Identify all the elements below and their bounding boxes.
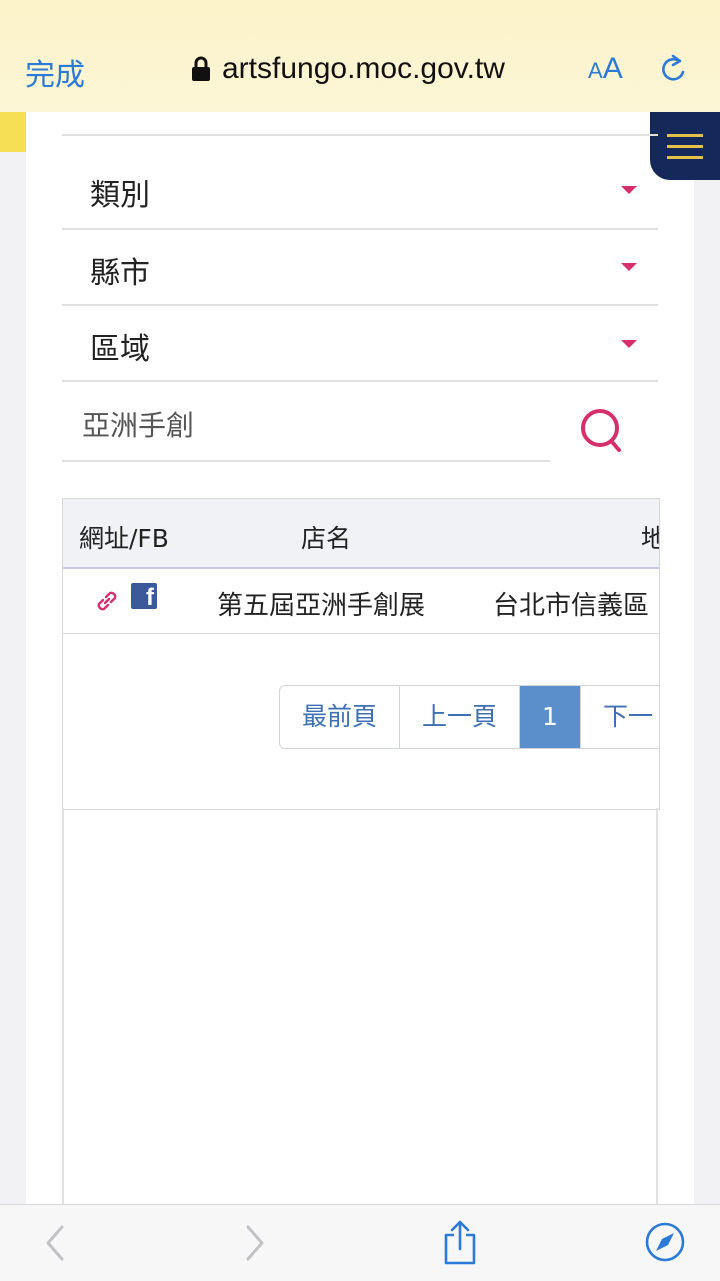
caret-down-icon bbox=[621, 186, 637, 194]
content-border-right bbox=[656, 808, 658, 1204]
compass-icon[interactable] bbox=[644, 1221, 686, 1263]
text-size-small: A bbox=[588, 58, 603, 83]
header-url-fb: 網址/FB bbox=[79, 524, 169, 553]
caret-down-icon bbox=[621, 340, 637, 348]
table-row: f 第五屆亞洲手創展 台北市信義區 bbox=[63, 569, 659, 634]
table-header: 網址/FB 店名 地 bbox=[63, 499, 659, 569]
content-border-left bbox=[62, 808, 64, 1204]
search-icon[interactable] bbox=[578, 406, 626, 454]
category-label: 類別 bbox=[90, 178, 150, 213]
next-page-button[interactable]: 下一 bbox=[580, 686, 659, 748]
city-label: 縣市 bbox=[90, 256, 150, 291]
browser-toolbar bbox=[0, 1204, 720, 1281]
area-label: 區域 bbox=[90, 332, 150, 367]
text-size-large: A bbox=[602, 52, 623, 85]
text-size-button[interactable]: AA bbox=[588, 52, 623, 86]
back-arrow-icon[interactable] bbox=[40, 1223, 68, 1263]
pagination: 最前頁 上一頁 1 下一 bbox=[279, 685, 659, 749]
divider bbox=[62, 228, 658, 230]
facebook-icon[interactable]: f bbox=[131, 583, 157, 609]
header-store-name: 店名 bbox=[301, 524, 352, 553]
divider bbox=[62, 380, 658, 382]
reload-icon[interactable] bbox=[656, 52, 692, 88]
share-icon[interactable] bbox=[442, 1219, 478, 1265]
header-address: 地 bbox=[641, 519, 659, 555]
divider bbox=[62, 304, 658, 306]
forward-arrow-icon[interactable] bbox=[242, 1223, 270, 1263]
first-page-button[interactable]: 最前頁 bbox=[280, 686, 401, 748]
current-page-button[interactable]: 1 bbox=[520, 686, 581, 748]
done-button[interactable]: 完成 bbox=[25, 50, 85, 94]
hamburger-menu-icon[interactable] bbox=[650, 112, 720, 180]
store-name: 第五屆亞洲手創展 bbox=[217, 591, 426, 621]
prev-page-button[interactable]: 上一頁 bbox=[400, 686, 521, 748]
status-bar bbox=[0, 0, 720, 36]
link-icon[interactable] bbox=[93, 587, 121, 615]
search-input[interactable]: 亞洲手創 bbox=[82, 404, 194, 444]
search-underline bbox=[62, 460, 550, 462]
address-bar[interactable]: artsfungo.moc.gov.tw bbox=[190, 50, 505, 88]
browser-top-bar: 完成 artsfungo.moc.gov.tw AA bbox=[0, 0, 720, 113]
results-table: 網址/FB 店名 地 f 第五屆亞洲手創展 台北市信義區 最前頁 上一頁 1 下… bbox=[62, 498, 660, 810]
divider bbox=[62, 134, 658, 136]
page-edge-strip bbox=[0, 112, 26, 152]
store-address: 台北市信義區 bbox=[493, 591, 650, 621]
lock-icon bbox=[192, 56, 210, 81]
url-text: artsfungo.moc.gov.tw bbox=[222, 52, 505, 85]
caret-down-icon bbox=[621, 263, 637, 271]
